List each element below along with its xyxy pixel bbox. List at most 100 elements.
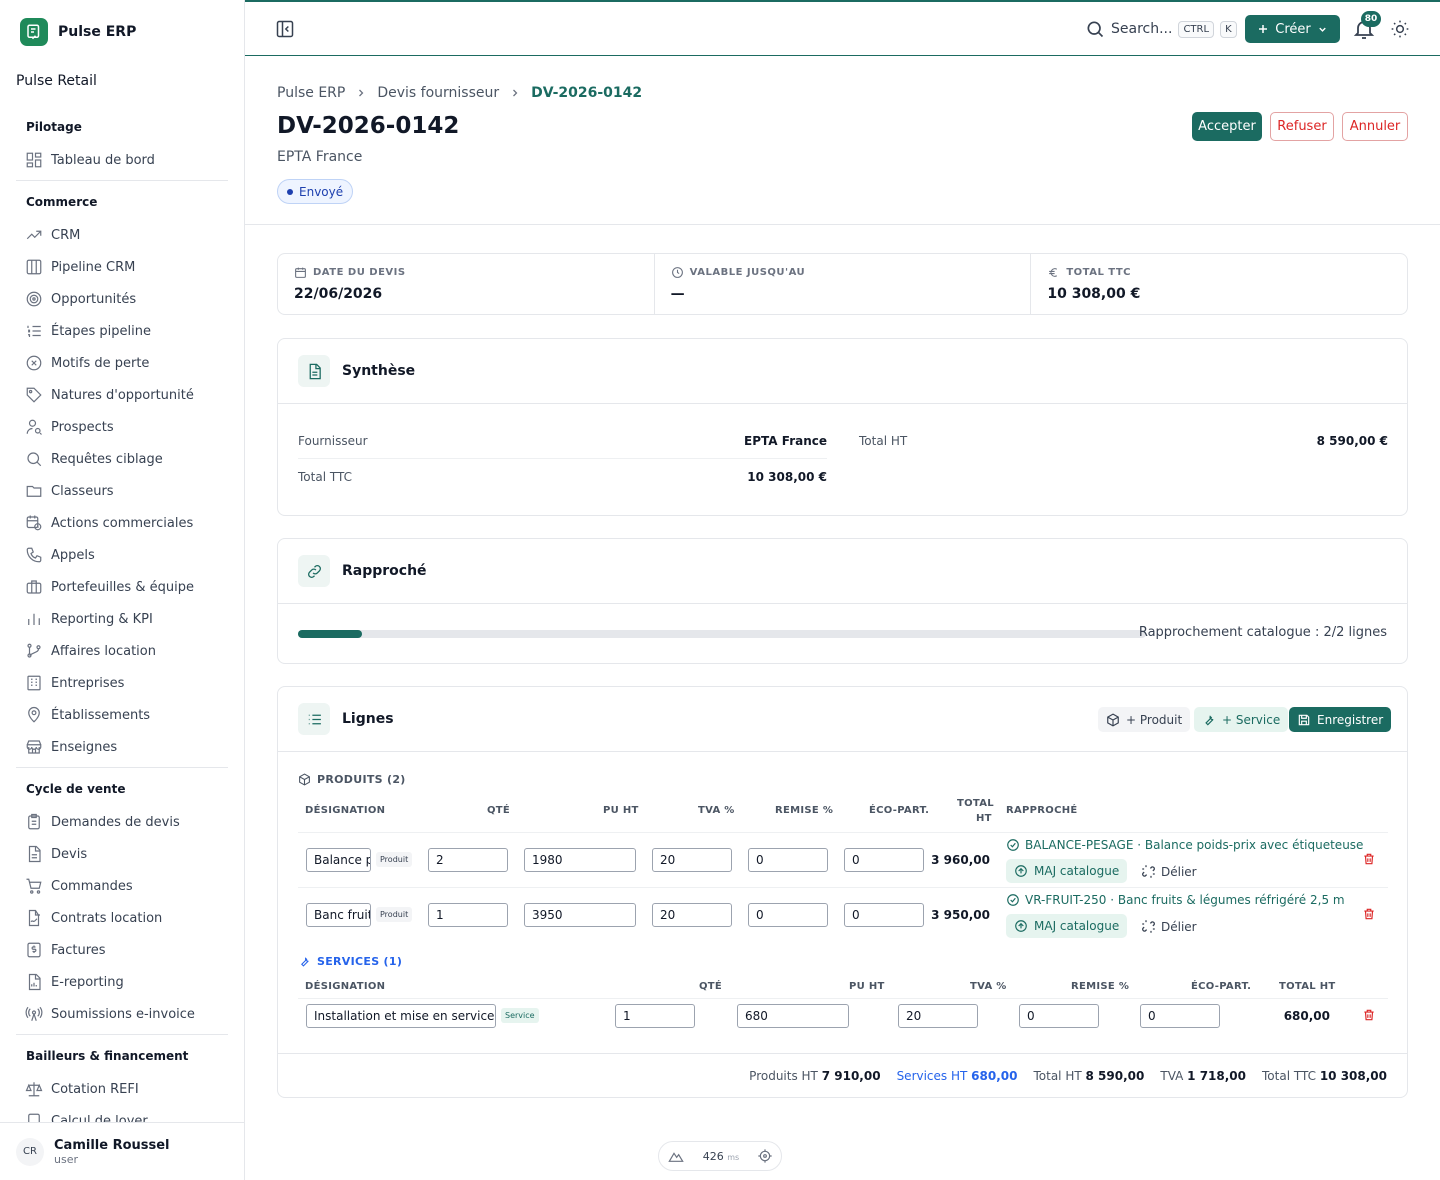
remise-input[interactable]: 0 (748, 903, 828, 927)
package-icon (1107, 712, 1119, 727)
chevron-down-icon (1318, 27, 1326, 32)
nav-item-devis[interactable]: Devis (16, 838, 228, 870)
save-button[interactable]: Enregistrer (1289, 707, 1392, 732)
remise-input[interactable]: 0 (1019, 1004, 1099, 1028)
pu-input[interactable]: 680 (737, 1004, 849, 1028)
nav-item-cotation-refi[interactable]: Cotation REFI (16, 1073, 228, 1105)
trash-icon[interactable] (1362, 907, 1376, 921)
qty-input[interactable]: 1 (428, 903, 508, 927)
breadcrumb-parent[interactable]: Devis fournisseur (377, 85, 499, 101)
th-pu: PU HT (849, 981, 885, 992)
add-service-button[interactable]: + Service (1194, 707, 1289, 732)
eco-input[interactable]: 0 (844, 848, 924, 872)
user-menu[interactable]: CR Camille Roussel user (0, 1122, 244, 1180)
tva-input[interactable]: 20 (898, 1004, 978, 1028)
trash-icon[interactable] (1362, 1008, 1376, 1022)
nav-item-entreprises[interactable]: Entreprises (16, 667, 228, 699)
link-icon (307, 564, 321, 578)
target-icon (26, 291, 42, 307)
th-total-b: HT (976, 813, 992, 824)
designation-input[interactable]: Banc fruits & légumes réfrigéré 2,5 m (306, 903, 371, 927)
refuse-button[interactable]: Refuser (1270, 112, 1334, 141)
create-button[interactable]: Créer (1245, 15, 1340, 43)
th-total-a: TOTAL (957, 798, 994, 809)
maj-catalogue-button[interactable]: MAJ catalogue (1006, 859, 1128, 883)
chevron-right-icon (513, 89, 518, 97)
eco-input[interactable]: 0 (844, 903, 924, 927)
sidebar: Pulse ERP Pulse Retail Pilotage Tableau … (0, 0, 245, 1180)
maj-catalogue-button[interactable]: MAJ catalogue (1006, 914, 1128, 938)
nav-item-crm[interactable]: CRM (16, 219, 228, 251)
nav-item-etablissements[interactable]: Établissements (16, 699, 228, 731)
accept-button[interactable]: Accepter (1192, 112, 1262, 141)
remise-input[interactable]: 0 (748, 848, 828, 872)
store-icon (26, 740, 42, 754)
add-product-button[interactable]: + Produit (1098, 707, 1191, 732)
match-link[interactable]: BALANCE-PESAGE · Balance poids-prix avec… (1006, 838, 1363, 852)
sun-icon[interactable] (1390, 19, 1410, 39)
tva-input[interactable]: 20 (652, 848, 732, 872)
bar-chart-icon (28, 613, 40, 625)
line-total: 3 950,00 (931, 908, 990, 922)
nav-item-etapes-pipeline[interactable]: Étapes pipeline (16, 315, 228, 347)
match-link[interactable]: VR-FRUIT-250 · Banc fruits & légumes réf… (1006, 893, 1345, 907)
nav-item-prospects[interactable]: Prospects (16, 411, 228, 443)
nav-item-opportunites[interactable]: Opportunités (16, 283, 228, 315)
list-ordered-icon (27, 325, 41, 337)
sidebar-toggle-icon[interactable] (275, 19, 295, 39)
qty-input[interactable]: 2 (428, 848, 508, 872)
breadcrumb: Pulse ERP Devis fournisseur DV-2026-0142 (277, 85, 642, 101)
trash-icon[interactable] (1362, 852, 1376, 866)
nav-section-pilotage: Pilotage (26, 120, 82, 134)
nav-item-natures-opportunite[interactable]: Natures d'opportunité (16, 379, 228, 411)
nav-item-pipeline-crm[interactable]: Pipeline CRM (16, 251, 228, 283)
nav-item-requetes-ciblage[interactable]: Requêtes ciblage (16, 443, 228, 475)
pu-input[interactable]: 3950 (524, 903, 636, 927)
search-icon (27, 452, 42, 467)
total-ttc: Total TTC 10 308,00 (1262, 1069, 1387, 1083)
page-title: DV-2026-0142 (277, 113, 460, 139)
user-search-icon (26, 419, 42, 435)
nav-item-portefeuilles-equipe[interactable]: Portefeuilles & équipe (16, 571, 228, 603)
mountain-icon (668, 1152, 684, 1162)
designation-input[interactable]: Balance poids-prix avec étiqueteuse (306, 848, 371, 872)
nav-item-actions-commerciales[interactable]: Actions commerciales (16, 507, 228, 539)
rapproche-text: Rapprochement catalogue : 2/2 lignes (1138, 625, 1387, 640)
map-pin-icon (28, 706, 40, 723)
brand[interactable]: Pulse ERP (20, 18, 136, 46)
nav-item-factures[interactable]: Factures (16, 934, 228, 966)
tva-input[interactable]: 20 (652, 903, 732, 927)
rapproche-progress (298, 630, 1146, 638)
nav-item-soumissions-e-invoice[interactable]: Soumissions e-invoice (16, 998, 228, 1030)
eco-input[interactable]: 0 (1140, 1004, 1220, 1028)
pu-input[interactable]: 1980 (524, 848, 636, 872)
cancel-button[interactable]: Annuler (1342, 112, 1408, 141)
nav-item-enseignes[interactable]: Enseignes (16, 731, 228, 763)
user-name: Camille Roussel (54, 1137, 170, 1153)
calendar-clock-icon (26, 515, 42, 531)
nav-item-motifs-de-perte[interactable]: Motifs de perte (16, 347, 228, 379)
nav-item-e-reporting[interactable]: E-reporting (16, 966, 228, 998)
nav-item-commandes[interactable]: Commandes (16, 870, 228, 902)
search-trigger[interactable]: Search... CTRL K (1085, 19, 1237, 39)
list-icon (308, 714, 321, 724)
nav-item-demandes-de-devis[interactable]: Demandes de devis (16, 806, 228, 838)
org-name[interactable]: Pulse Retail (16, 73, 97, 89)
nav-item-appels[interactable]: Appels (16, 539, 228, 571)
nav-item-reporting-kpi[interactable]: Reporting & KPI (16, 603, 228, 635)
breadcrumb-root[interactable]: Pulse ERP (277, 85, 345, 101)
designation-input[interactable]: Installation et mise en service sur site (306, 1004, 496, 1028)
qty-input[interactable]: 1 (615, 1004, 695, 1028)
nav-item-contrats-location[interactable]: Contrats location (16, 902, 228, 934)
nav-item-tableau-de-bord[interactable]: Tableau de bord (16, 144, 228, 176)
type-tag: Service (501, 1008, 539, 1023)
nav-item-affaires-location[interactable]: Affaires location (16, 635, 228, 667)
scale-icon (25, 1082, 43, 1097)
nav-item-classeurs[interactable]: Classeurs (16, 475, 228, 507)
user-role: user (54, 1152, 78, 1166)
perf-widget[interactable]: 426 ms (658, 1141, 782, 1171)
wrench-icon (301, 957, 309, 967)
unlink-button[interactable]: Délier (1141, 864, 1197, 879)
unlink-button[interactable]: Délier (1141, 919, 1197, 934)
receipt-icon (27, 942, 41, 958)
